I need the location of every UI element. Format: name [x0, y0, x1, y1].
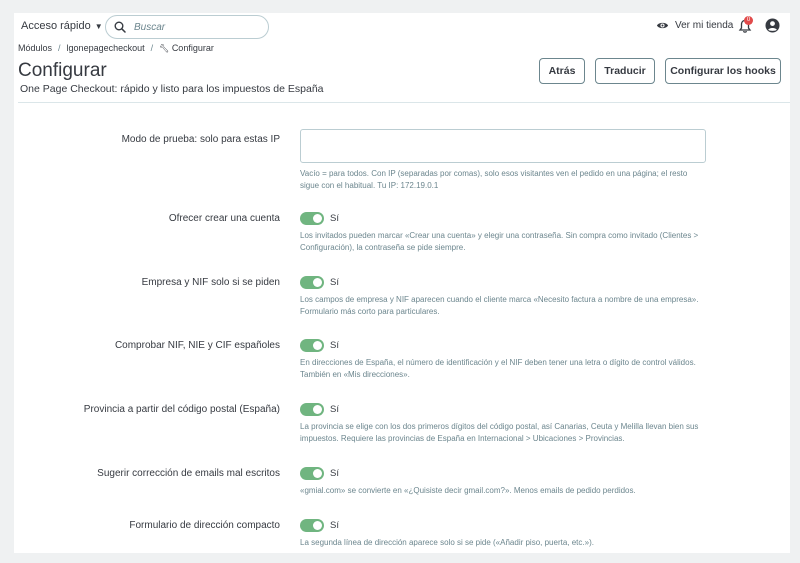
- user-menu-button[interactable]: [765, 18, 780, 33]
- option-help: «gmial.com» se convierte en «¿Quisiste d…: [300, 486, 636, 495]
- toggle-state-label: Sí: [330, 519, 339, 531]
- create-account-toggle[interactable]: [300, 211, 324, 225]
- toggle-state-label: Sí: [330, 339, 339, 351]
- quick-access-dropdown[interactable]: Acceso rápido ▼: [21, 20, 103, 32]
- option-label: Provincia a partir del código postal (Es…: [83, 404, 280, 415]
- quick-access-label: Acceso rápido: [21, 20, 91, 32]
- option-field: Sí En direcciones de España, el número d…: [300, 338, 710, 380]
- page-title: Configurar: [18, 60, 107, 81]
- breadcrumb-separator: /: [150, 43, 154, 53]
- page-subtitle: One Page Checkout: rápido y listo para l…: [20, 83, 324, 95]
- test-mode-field: Vacío = para todos. Con IP (separadas po…: [300, 129, 710, 191]
- search-input[interactable]: [134, 21, 254, 33]
- option-help: En direcciones de España, el número de i…: [300, 358, 696, 379]
- toggle-state-label: Sí: [330, 467, 339, 479]
- translate-button[interactable]: Traducir: [595, 58, 655, 84]
- view-store-link[interactable]: Ver mi tienda: [656, 19, 733, 32]
- option-label: Ofrecer crear una cuenta: [168, 213, 280, 224]
- company-vat-toggle[interactable]: [300, 275, 324, 289]
- view-store-label: Ver mi tienda: [675, 20, 734, 31]
- notification-badge: 0: [744, 16, 753, 25]
- search-box: [105, 15, 269, 39]
- settings-form: Modo de prueba: solo para estas IP Vacío…: [18, 102, 790, 553]
- search-icon: [114, 21, 126, 33]
- toggle-state-label: Sí: [330, 403, 339, 415]
- spanish-id-check-toggle[interactable]: [300, 338, 324, 352]
- test-mode-ip-input[interactable]: [300, 129, 706, 163]
- option-label: Sugerir corrección de emails mal escrito…: [97, 468, 280, 479]
- breadcrumb-current: 🔧︎ Configurar: [159, 43, 214, 53]
- breadcrumb-module-name[interactable]: lgonepagecheckout: [67, 43, 145, 53]
- option-help: La segunda línea de dirección aparece so…: [300, 538, 594, 547]
- wrench-icon: 🔧︎: [159, 44, 170, 53]
- option-label: Formulario de dirección compacto: [129, 520, 280, 531]
- option-label: Empresa y NIF solo si se piden: [141, 277, 280, 288]
- eye-icon: [656, 22, 669, 29]
- option-help: Los invitados pueden marcar «Crear una c…: [300, 231, 699, 252]
- option-field: Sí La segunda línea de dirección aparece…: [300, 518, 710, 549]
- option-field: Sí «gmial.com» se convierte en «¿Quisist…: [300, 466, 710, 497]
- test-mode-label: Modo de prueba: solo para estas IP: [121, 134, 280, 145]
- breadcrumb-modules[interactable]: Módulos: [18, 43, 52, 53]
- option-help: La provincia se elige con los dos primer…: [300, 422, 699, 443]
- user-account-icon: [765, 18, 780, 33]
- configure-hooks-button[interactable]: Configurar los hooks: [665, 58, 781, 84]
- test-mode-help: Vacío = para todos. Con IP (separadas po…: [300, 169, 688, 190]
- email-typo-toggle[interactable]: [300, 466, 324, 480]
- notifications-button[interactable]: 0: [738, 16, 753, 34]
- page: Acceso rápido ▼ Ver mi tienda 0: [14, 13, 790, 553]
- option-label: Comprobar NIF, NIE y CIF españoles: [114, 340, 280, 351]
- option-field: Sí La provincia se elige con los dos pri…: [300, 402, 710, 444]
- breadcrumb: Módulos / lgonepagecheckout / 🔧︎ Configu…: [18, 43, 214, 53]
- breadcrumb-separator: /: [58, 43, 61, 53]
- caret-down-icon: ▼: [94, 22, 103, 31]
- province-from-zip-toggle[interactable]: [300, 402, 324, 416]
- back-button[interactable]: Atrás: [539, 58, 585, 84]
- option-field: Sí Los campos de empresa y NIF aparecen …: [300, 275, 710, 317]
- admin-frame: Acceso rápido ▼ Ver mi tienda 0: [0, 0, 800, 563]
- top-bar: Acceso rápido ▼ Ver mi tienda 0: [14, 13, 790, 43]
- breadcrumb-current-label: Configurar: [171, 43, 214, 53]
- option-help: Los campos de empresa y NIF aparecen cua…: [300, 295, 699, 316]
- compact-address-toggle[interactable]: [300, 518, 324, 532]
- toggle-state-label: Sí: [330, 276, 339, 288]
- toggle-state-label: Sí: [330, 212, 339, 224]
- option-field: Sí Los invitados pueden marcar «Crear un…: [300, 211, 710, 253]
